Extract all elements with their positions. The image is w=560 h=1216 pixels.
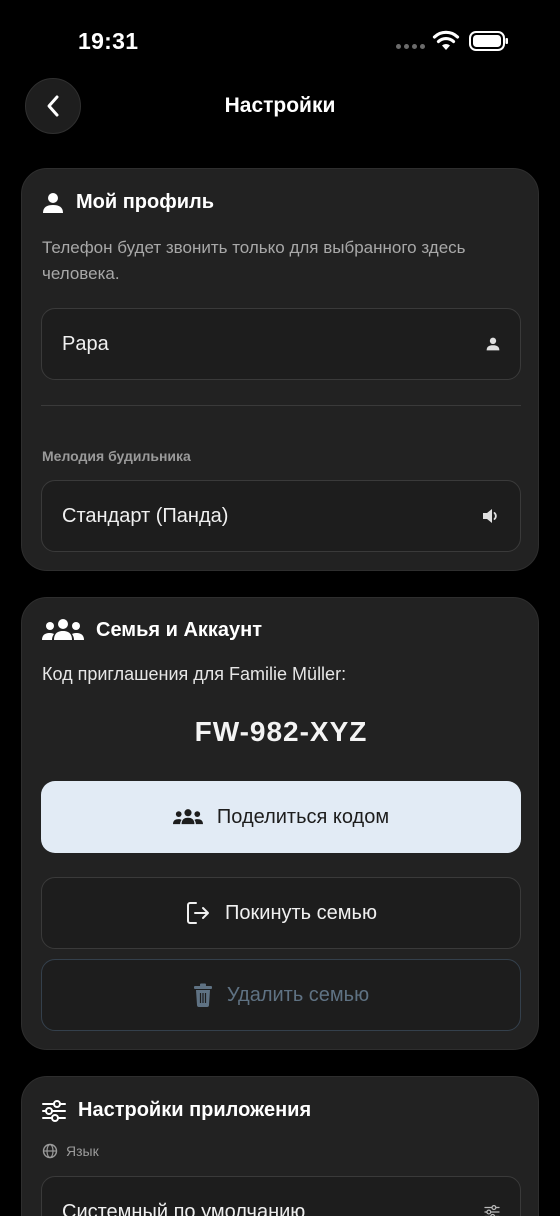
profile-description: Телефон будет звонить только для выбранн… [42,238,466,283]
family-card-title: Семья и Аккаунт [96,618,263,641]
cellular-signal-icon [396,44,425,49]
battery-icon [469,31,508,51]
delete-family-button[interactable]: Удалить семью [41,959,521,1031]
ringtone-select[interactable]: Стандарт (Панда) [41,480,521,552]
family-card-header: Семья и Аккаунт [42,618,262,642]
language-label: Язык [66,1143,99,1159]
globe-icon [42,1143,58,1159]
app-settings-title: Настройки приложения [78,1099,312,1121]
logout-icon [187,902,210,924]
leave-family-label: Покинуть семью [225,901,377,924]
person-icon [43,192,63,213]
profile-select-value: Papa [62,332,109,355]
delete-family-label: Удалить семью [226,983,370,1006]
sliders-icon [484,1205,500,1216]
share-code-label: Поделиться кодом [216,805,390,828]
status-time: 19:31 [78,28,139,54]
profile-select[interactable]: Papa [41,308,521,380]
invite-code: FW-982-XYZ [194,716,368,747]
language-select[interactable]: Системный по умолчанию [41,1176,521,1216]
trash-icon [193,983,212,1007]
profile-card: Мой профиль Телефон будет звонить только… [21,168,539,571]
page-title: Настройки [224,94,336,117]
wifi-icon [432,30,460,50]
person-icon [486,337,500,351]
ringtone-label: Мелодия будильника [42,448,191,464]
app-settings-header: Настройки приложения [42,1099,311,1122]
profile-card-title: Мой профиль [76,191,215,213]
leave-family-button[interactable]: Покинуть семью [41,877,521,949]
family-card: Семья и Аккаунт Код приглашения для Fami… [21,597,539,1050]
app-settings-card: Настройки приложения Язык Системный по у… [21,1076,539,1216]
language-label-row: Язык [42,1143,99,1159]
profile-card-header: Мой профиль [42,191,214,214]
ringtone-select-value: Стандарт (Панда) [62,504,229,527]
share-code-button[interactable]: Поделиться кодом [41,781,521,853]
speaker-icon [483,509,497,523]
nav-bar: Настройки [0,78,560,136]
invite-text: Код приглашения для Familie Müller: [42,664,347,684]
language-select-value: Системный по умолчанию [62,1200,306,1216]
group-icon [172,809,203,825]
group-icon [42,619,84,640]
divider [41,405,521,406]
status-bar: 19:31 [0,0,560,80]
sliders-icon [42,1099,66,1122]
